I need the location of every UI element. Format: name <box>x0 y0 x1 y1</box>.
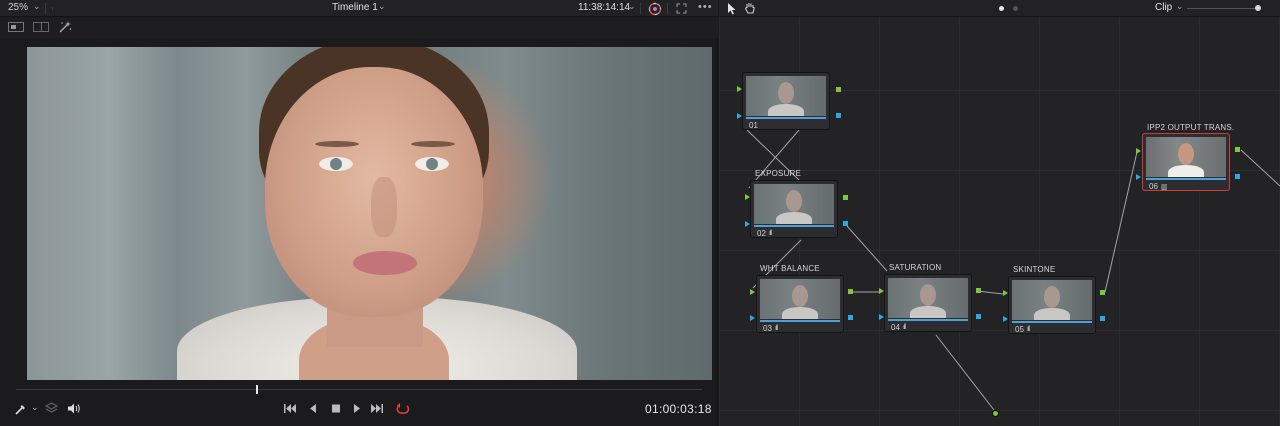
volume-icon[interactable] <box>67 402 81 415</box>
node-label: SATURATION <box>889 263 942 272</box>
key-input-icon[interactable] <box>879 314 884 320</box>
divider <box>45 3 46 14</box>
zoom-chevron-down-icon[interactable]: ⌄ <box>33 1 41 12</box>
corrector-node[interactable]: 02 ıll <box>750 180 838 238</box>
single-view-icon[interactable] <box>8 22 24 32</box>
node-number: 03 <box>763 324 772 333</box>
scrubber-track[interactable] <box>16 389 702 390</box>
viewer-panel: 25% ⌄ Timeline 1 ⌄ 11:38:14:14 ⌄ ••• ⌄ 0… <box>0 0 718 426</box>
timeline-selector[interactable]: Timeline 1 <box>332 2 378 13</box>
loop-icon[interactable] <box>396 402 410 415</box>
node-number: 06 <box>1149 182 1158 191</box>
eyedropper-icon[interactable] <box>14 403 27 416</box>
more-icon[interactable]: ••• <box>698 1 713 13</box>
video-content <box>371 177 397 237</box>
corrector-node[interactable]: 03 ıll <box>756 275 844 333</box>
rgb-input-icon[interactable] <box>737 86 742 92</box>
divider-dot <box>52 7 53 10</box>
rgb-output-port[interactable] <box>836 87 841 92</box>
stop-icon[interactable] <box>329 402 343 415</box>
node-number: 04 <box>891 323 900 332</box>
video-content <box>315 141 359 147</box>
rgb-output-port[interactable] <box>1235 147 1240 152</box>
corrector-node[interactable]: 04 ıll <box>884 274 972 332</box>
skip-back-icon[interactable] <box>283 402 297 415</box>
video-content <box>353 251 417 275</box>
key-output-port[interactable] <box>843 221 848 226</box>
node-tools-icon: ıll <box>769 230 772 237</box>
split-view-icon[interactable] <box>33 22 49 32</box>
video-content <box>415 157 449 171</box>
viewer-header: 25% ⌄ Timeline 1 ⌄ 11:38:14:14 ⌄ ••• <box>0 0 718 17</box>
node-thumbnail <box>746 76 826 116</box>
fullscreen-icon[interactable] <box>676 3 687 14</box>
corrector-node[interactable]: 05 ıll <box>1008 276 1096 334</box>
node-output-port[interactable] <box>992 410 999 417</box>
node-label: EXPOSURE <box>755 169 802 178</box>
node-thumbnail <box>888 278 968 318</box>
node-thumbnail-bar <box>888 319 968 321</box>
divider <box>640 3 641 14</box>
rgb-input-icon[interactable] <box>750 289 755 295</box>
rgb-input-icon[interactable] <box>1003 290 1008 296</box>
node-thumbnail <box>760 279 840 319</box>
selected-corrector-node[interactable]: 06 ▥ <box>1142 133 1230 191</box>
playhead[interactable] <box>256 385 258 394</box>
node-label: WHT BALANCE <box>760 264 820 273</box>
eyedropper-chevron-down-icon[interactable]: ⌄ <box>31 402 39 413</box>
key-output-port[interactable] <box>1100 316 1105 321</box>
node-thumbnail <box>1146 137 1226 177</box>
key-input-icon[interactable] <box>1136 174 1141 180</box>
node-thumbnail-bar <box>754 225 834 227</box>
node-thumbnail-bar <box>1146 178 1226 180</box>
rgb-output-port[interactable] <box>848 289 853 294</box>
node-tools-icon: ıll <box>903 324 906 331</box>
color-wheel-icon[interactable] <box>648 2 662 16</box>
timecode-chevron-down-icon[interactable]: ⌄ <box>628 1 636 12</box>
zoom-level[interactable]: 25% <box>8 2 28 13</box>
node-number: 01 <box>749 121 758 130</box>
node-thumbnail-bar <box>760 320 840 322</box>
node-tools-icon: ıll <box>775 325 778 332</box>
node-thumbnail-bar <box>1012 321 1092 323</box>
node-number: 05 <box>1015 325 1024 334</box>
play-reverse-icon[interactable] <box>306 402 320 415</box>
magic-wand-icon[interactable] <box>58 20 72 34</box>
rgb-output-port[interactable] <box>976 288 981 293</box>
rgb-input-icon[interactable] <box>745 194 750 200</box>
key-output-port[interactable] <box>1235 174 1240 179</box>
key-input-icon[interactable] <box>1003 316 1008 322</box>
rgb-output-port[interactable] <box>1100 290 1105 295</box>
key-output-port[interactable] <box>976 314 981 319</box>
play-icon[interactable] <box>350 402 364 415</box>
node-thumbnail <box>754 184 834 224</box>
resolve-fx-icon: ▥ <box>1161 184 1168 191</box>
rgb-output-port[interactable] <box>843 195 848 200</box>
node-thumbnail-bar <box>746 117 826 119</box>
node-label: SKINTONE <box>1013 265 1056 274</box>
corrector-node[interactable]: 01 <box>742 72 830 130</box>
key-output-port[interactable] <box>836 113 841 118</box>
skip-forward-icon[interactable] <box>370 402 384 415</box>
node-thumbnail <box>1012 280 1092 320</box>
node-tools-icon: ıll <box>1027 326 1030 333</box>
rgb-input-icon[interactable] <box>1136 148 1141 154</box>
node-label: IPP2 OUTPUT TRANS. <box>1147 123 1235 132</box>
video-content <box>411 141 455 147</box>
video-content <box>319 157 353 171</box>
key-input-icon[interactable] <box>750 315 755 321</box>
rgb-input-icon[interactable] <box>879 288 884 294</box>
video-preview[interactable] <box>27 47 712 380</box>
key-output-port[interactable] <box>848 315 853 320</box>
key-input-icon[interactable] <box>737 113 742 119</box>
divider <box>667 3 668 14</box>
timeline-chevron-down-icon[interactable]: ⌄ <box>378 1 386 12</box>
layers-icon[interactable] <box>45 402 58 415</box>
node-number: 02 <box>757 229 766 238</box>
source-timecode[interactable]: 11:38:14:14 <box>578 2 630 13</box>
key-input-icon[interactable] <box>745 221 750 227</box>
viewer-toolbar <box>0 18 718 38</box>
record-timecode: 01:00:03:18 <box>645 402 712 416</box>
